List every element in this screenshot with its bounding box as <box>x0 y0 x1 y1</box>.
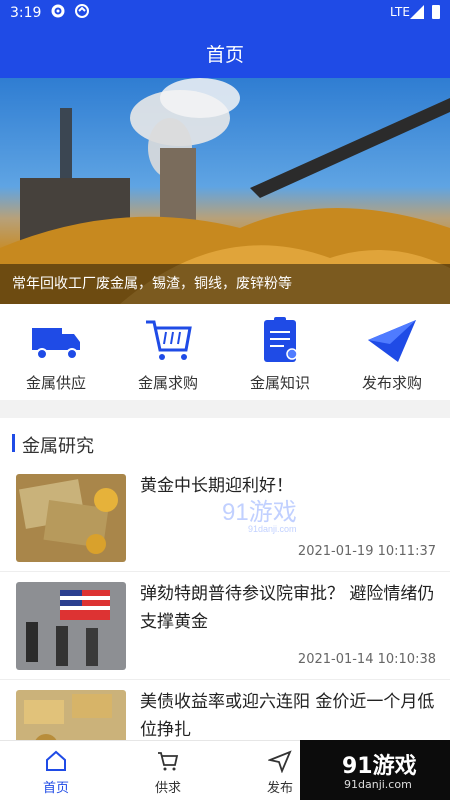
page-title: 首页 <box>205 44 244 66</box>
corner-watermark: 91游戏 91danji.com <box>300 740 450 800</box>
news-title: 弹劾特朗普待参议院审批？ 避险情绪仍支撑黄金 <box>140 584 435 632</box>
section-title: 金属研究 <box>22 436 94 457</box>
quick-metal-supply[interactable]: 金属供应 <box>0 304 112 400</box>
home-icon <box>46 750 66 771</box>
news-item[interactable]: 美债收益率或迎六连阳 金价近一个月低位挣扎 <box>0 680 450 740</box>
cart-icon <box>158 752 179 771</box>
tab-supply-demand[interactable]: 供求 <box>112 741 224 800</box>
app-screen: 3:19 LTE 首页 常年回收工厂废金属，锡渣，铜线，废锌粉等 金属供应 金属… <box>0 0 450 800</box>
news-item[interactable]: 弹劾特朗普待参议院审批？ 避险情绪仍支撑黄金 2021-01-14 10:10:… <box>0 572 450 680</box>
watermark-sub: 91danji.com <box>248 524 297 534</box>
quick-label: 金属知识 <box>249 374 310 392</box>
news-thumbnail <box>16 690 126 740</box>
news-date: 2021-01-14 10:10:38 <box>297 652 436 667</box>
quick-metal-purchase[interactable]: 金属求购 <box>112 304 224 400</box>
status-bar: 3:19 LTE <box>0 0 450 28</box>
sync-icon <box>75 4 89 18</box>
paper-plane-icon <box>368 320 416 362</box>
banner-carousel[interactable]: 常年回收工厂废金属，锡渣，铜线，废锌粉等 <box>0 78 450 304</box>
quick-actions: 金属供应 金属求购 金属知识 发布求购 <box>0 304 450 400</box>
status-time: 3:19 <box>10 5 42 21</box>
send-icon <box>268 750 292 773</box>
quick-publish-request[interactable]: 发布求购 <box>336 304 448 400</box>
news-title: 美债收益率或迎六连阳 金价近一个月低位挣扎 <box>140 692 435 740</box>
truck-icon <box>32 328 80 360</box>
section-accent-bar <box>12 434 15 452</box>
corner-sub: 91danji.com <box>344 778 412 791</box>
watermark-brand: 91游戏 <box>222 499 297 526</box>
tab-home[interactable]: 首页 <box>0 741 112 800</box>
gear-icon <box>51 4 65 18</box>
banner-caption: 常年回收工厂废金属，锡渣，铜线，废锌粉等 <box>12 276 292 292</box>
news-thumbnail <box>16 582 126 670</box>
news-date: 2021-01-19 10:11:37 <box>297 544 436 559</box>
quick-label: 金属求购 <box>137 374 198 392</box>
news-thumbnail <box>16 474 126 562</box>
quick-metal-knowledge[interactable]: 金属知识 <box>224 304 336 400</box>
quick-label: 发布求购 <box>361 374 422 392</box>
top-bar: 3:19 LTE 首页 <box>0 0 450 78</box>
clipboard-icon <box>264 317 298 362</box>
news-section: 金属研究 黄金中长期迎利好！ 2021-01-19 10:11:37 弹劾特朗普… <box>0 418 450 740</box>
quick-label: 金属供应 <box>25 374 86 392</box>
cart-icon <box>146 320 192 360</box>
tab-label: 供求 <box>154 781 181 796</box>
tab-label: 首页 <box>42 781 69 796</box>
battery-icon <box>432 5 440 19</box>
signal-icon <box>410 5 424 19</box>
corner-brand: 91游戏 <box>342 754 417 779</box>
network-type: LTE <box>390 5 410 19</box>
watermark-logo: 91游戏 91danji.com <box>222 499 297 534</box>
